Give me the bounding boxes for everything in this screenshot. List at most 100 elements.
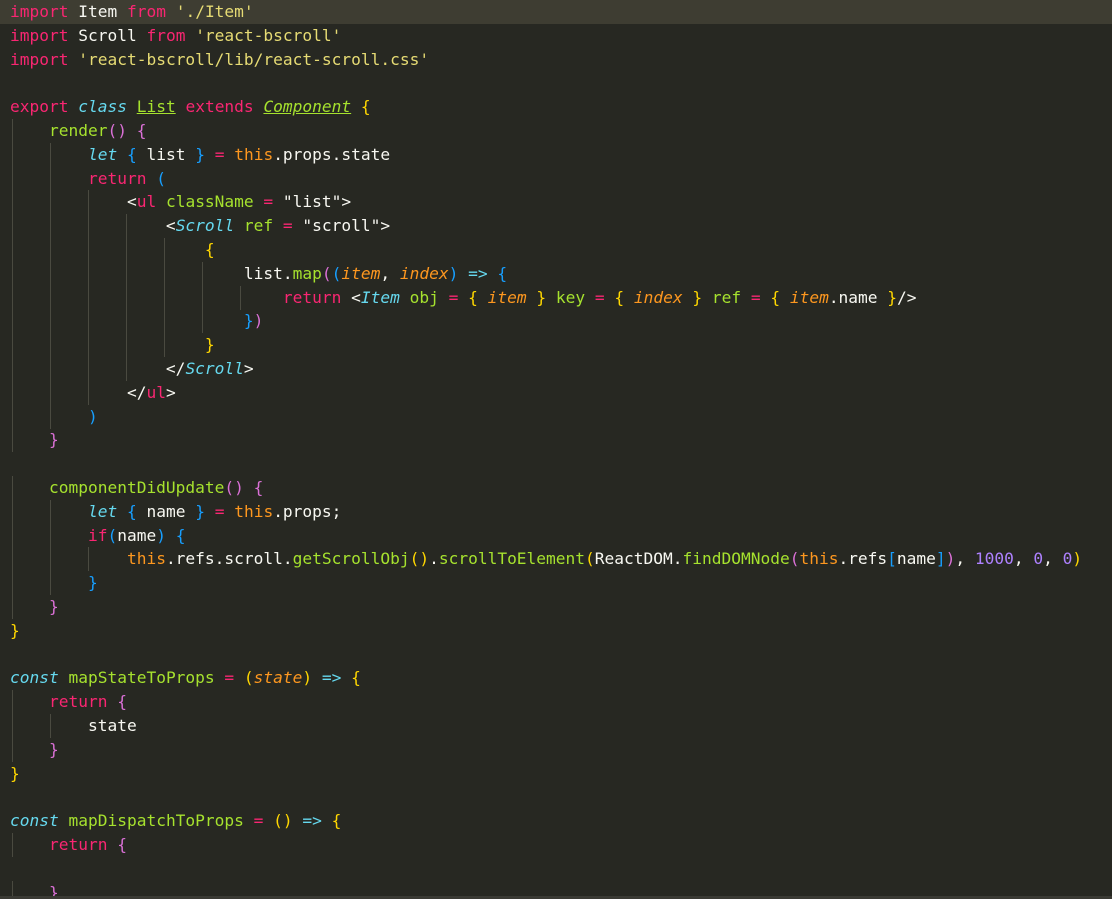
code-token: }	[692, 287, 703, 307]
code-line[interactable]: return <Item obj = { item } key = { inde…	[0, 285, 1112, 310]
code-token: extends	[185, 97, 254, 117]
code-line[interactable]	[0, 643, 1112, 667]
code-token: class	[78, 97, 127, 117]
code-line[interactable]: export class List extends Component {	[0, 95, 1112, 119]
code-token: from	[146, 25, 186, 45]
code-token: index	[399, 263, 449, 283]
code-token: this	[799, 549, 839, 569]
code-line[interactable]: }	[0, 619, 1112, 643]
code-line[interactable]: import Scroll from 'react-bscroll'	[0, 24, 1112, 48]
code-token: =>	[468, 263, 488, 283]
code-line[interactable]: <ul className = "list">	[0, 190, 1112, 215]
code-token: name	[136, 501, 196, 521]
code-token: {	[351, 668, 361, 688]
code-line[interactable]: state	[0, 714, 1112, 738]
code-line[interactable]	[0, 857, 1112, 881]
code-text: import Item from './Item'	[10, 0, 254, 24]
code-line[interactable]: return {	[0, 690, 1112, 715]
code-line[interactable]: let { name } = this.props;	[0, 499, 1112, 524]
code-token: ()	[273, 811, 293, 831]
code-line[interactable]: return {	[0, 833, 1112, 857]
code-text: <ul className = "list">	[10, 190, 351, 214]
code-text: return {	[10, 690, 127, 714]
code-line[interactable]: }	[0, 333, 1112, 358]
code-token: ul	[146, 382, 166, 402]
code-token: "scroll">	[292, 216, 391, 236]
code-line[interactable]: const mapStateToProps = (state) => {	[0, 666, 1112, 690]
code-text: componentDidUpdate() {	[10, 476, 263, 500]
code-line[interactable]	[0, 71, 1112, 95]
code-line[interactable]: import 'react-bscroll/lib/react-scroll.c…	[0, 48, 1112, 72]
code-line[interactable]: const mapDispatchToProps = () => {	[0, 809, 1112, 833]
code-token: )	[302, 668, 313, 688]
code-line[interactable]: </Scroll>	[0, 357, 1112, 381]
code-line[interactable]: let { list } = this.props.state	[0, 142, 1112, 167]
code-token: ]	[935, 549, 946, 569]
code-line[interactable]: import Item from './Item'	[0, 0, 1112, 24]
code-token: (	[585, 549, 595, 569]
code-token: item	[789, 287, 829, 307]
code-token: item	[341, 263, 381, 283]
code-token: import	[10, 49, 69, 69]
code-line[interactable]	[0, 452, 1112, 476]
code-line[interactable]: }	[0, 428, 1112, 453]
code-line[interactable]: list.map((item, index) => {	[0, 261, 1112, 286]
code-token: =>	[321, 668, 342, 688]
code-line[interactable]: componentDidUpdate() {	[0, 476, 1112, 500]
code-text: import Scroll from 'react-bscroll'	[10, 24, 341, 48]
code-token: this	[234, 501, 274, 521]
code-line[interactable]: )	[0, 404, 1112, 429]
code-line[interactable]: this.refs.scroll.getScrollObj().scrollTo…	[0, 547, 1112, 572]
code-line[interactable]: }	[0, 571, 1112, 596]
code-token: let	[87, 501, 118, 521]
code-token: const	[10, 811, 59, 831]
code-line[interactable]: }	[0, 737, 1112, 762]
code-token: key	[555, 287, 586, 307]
code-line[interactable]: <Scroll ref = "scroll">	[0, 214, 1112, 239]
code-line[interactable]: })	[0, 309, 1112, 334]
code-editor[interactable]: import Item from './Item' import Scroll f…	[0, 0, 1112, 899]
code-line[interactable]: render() {	[0, 119, 1112, 143]
code-line[interactable]: </ul>	[0, 380, 1112, 405]
code-text: render() {	[10, 119, 146, 143]
code-token: mapDispatchToProps	[68, 811, 244, 831]
code-token: =	[253, 811, 264, 831]
code-text: }	[10, 762, 20, 786]
code-token: >	[243, 359, 254, 378]
code-line[interactable]	[0, 785, 1112, 809]
code-token: this	[126, 549, 166, 569]
code-token: }	[48, 430, 59, 450]
code-token: Item	[68, 2, 127, 21]
code-token: }	[10, 620, 20, 640]
code-line[interactable]: }	[0, 595, 1112, 619]
code-text: let { list } = this.props.state	[10, 143, 390, 167]
code-line[interactable]: {	[0, 238, 1112, 262]
code-line[interactable]: return (	[0, 166, 1112, 191]
code-line[interactable]: if(name) {	[0, 523, 1112, 548]
code-text: const mapStateToProps = (state) => {	[10, 666, 361, 690]
code-token: if	[87, 525, 108, 545]
code-token: }	[48, 739, 59, 759]
code-token: {	[126, 144, 137, 164]
code-line[interactable]: }	[0, 762, 1112, 786]
code-token: Scroll	[185, 359, 244, 378]
code-token: ReactDOM.	[594, 549, 683, 569]
code-token: (	[243, 668, 254, 688]
code-token: ()	[107, 121, 127, 140]
